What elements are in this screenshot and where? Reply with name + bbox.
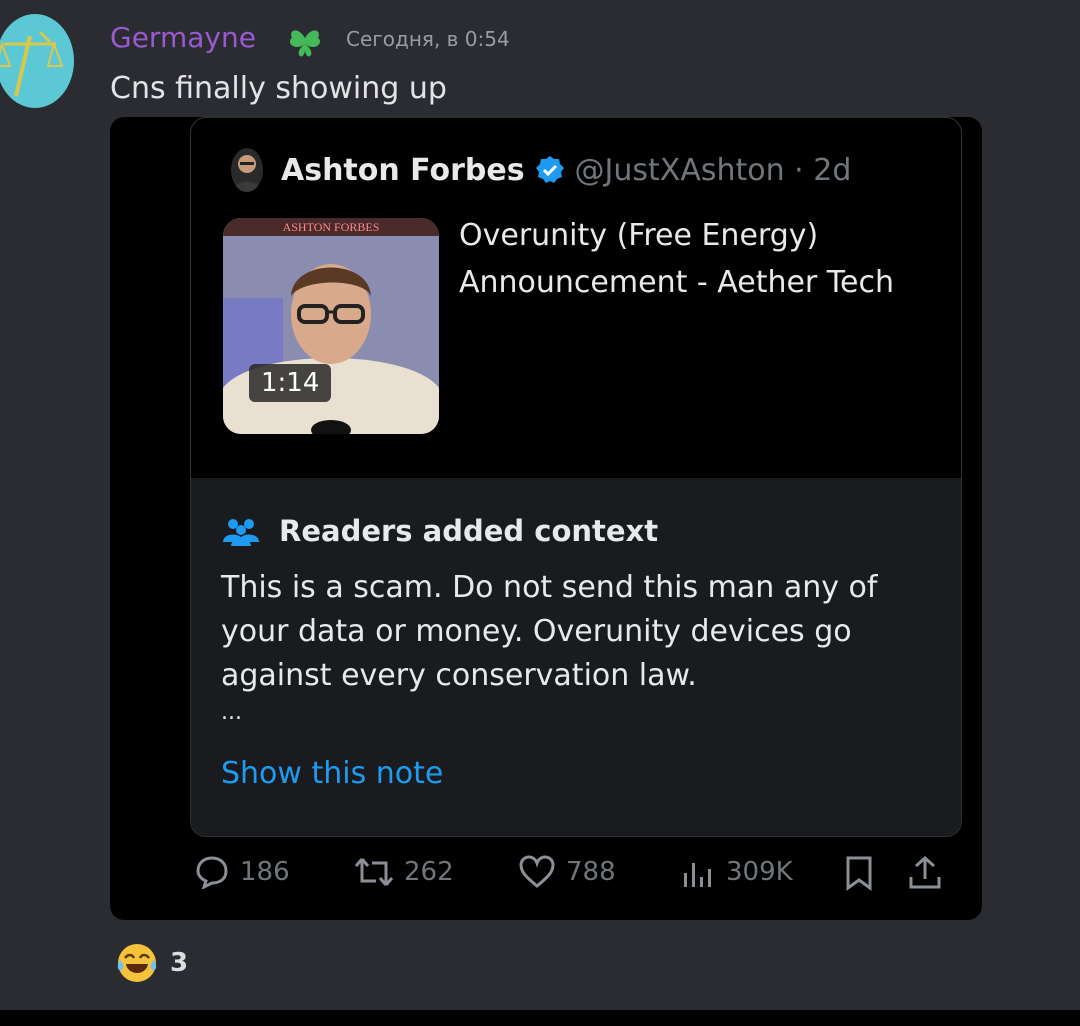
user-avatar[interactable] [0, 14, 74, 108]
message-timestamp: Сегодня, в 0:54 [346, 27, 510, 51]
bookmark-button[interactable] [844, 855, 884, 891]
video-duration: 1:14 [249, 364, 332, 402]
retweet-icon [354, 858, 394, 886]
tweet-card[interactable]: Ashton Forbes @JustXAshton · 2d ASHTON F… [190, 117, 962, 837]
video-thumbnail[interactable]: ASHTON FORBES 1:14 [223, 218, 439, 434]
community-note-heading: Readers added context [221, 514, 658, 548]
community-note-body: This is a scam. Do not send this man any… [221, 570, 878, 693]
verified-badge-icon [535, 156, 564, 183]
author-avatar[interactable] [231, 148, 263, 192]
views-count: 309K [726, 857, 793, 887]
reaction-button[interactable]: 3 [116, 942, 188, 984]
share-icon [909, 855, 941, 889]
clover-heart-icon [289, 30, 321, 57]
community-note-ellipsis: ... [221, 700, 242, 725]
scales-logo-icon [0, 30, 64, 97]
reply-count: 186 [240, 857, 290, 887]
analytics-icon [684, 863, 711, 887]
like-count: 788 [566, 857, 616, 887]
tweet-author-row[interactable]: Ashton Forbes @JustXAshton · 2d [231, 148, 851, 192]
retweet-count: 262 [404, 857, 454, 887]
bottom-edge [0, 1010, 1080, 1026]
like-button[interactable]: 788 [518, 855, 616, 889]
share-button[interactable] [908, 855, 952, 891]
bookmark-icon [846, 856, 872, 891]
show-note-link[interactable]: Show this note [221, 756, 443, 791]
joy-emoji-icon [117, 944, 157, 982]
tweet-video-title[interactable]: Overunity (Free Energy) Announcement - A… [459, 212, 899, 306]
tweet-actions: 186 262 788 309K [194, 855, 964, 899]
author-name[interactable]: Ashton Forbes [281, 153, 525, 188]
people-icon [223, 519, 259, 546]
views-button[interactable]: 309K [680, 855, 793, 889]
reply-icon [196, 856, 228, 889]
username[interactable]: Germayne [110, 20, 256, 56]
tweet-embed[interactable]: Ashton Forbes @JustXAshton · 2d ASHTON F… [110, 117, 982, 920]
community-note-title: Readers added context [279, 514, 659, 548]
video-banner: ASHTON FORBES [223, 218, 439, 236]
author-photo-icon [233, 155, 261, 192]
message-text: Cns finally showing up [110, 71, 447, 106]
retweet-button[interactable]: 262 [354, 855, 454, 889]
community-note: Readers added context This is a scam. Do… [191, 478, 961, 836]
heart-icon [519, 855, 555, 888]
reaction-count: 3 [170, 948, 189, 978]
reply-button[interactable]: 186 [194, 855, 290, 889]
author-handle[interactable]: @JustXAshton · 2d [575, 153, 852, 188]
